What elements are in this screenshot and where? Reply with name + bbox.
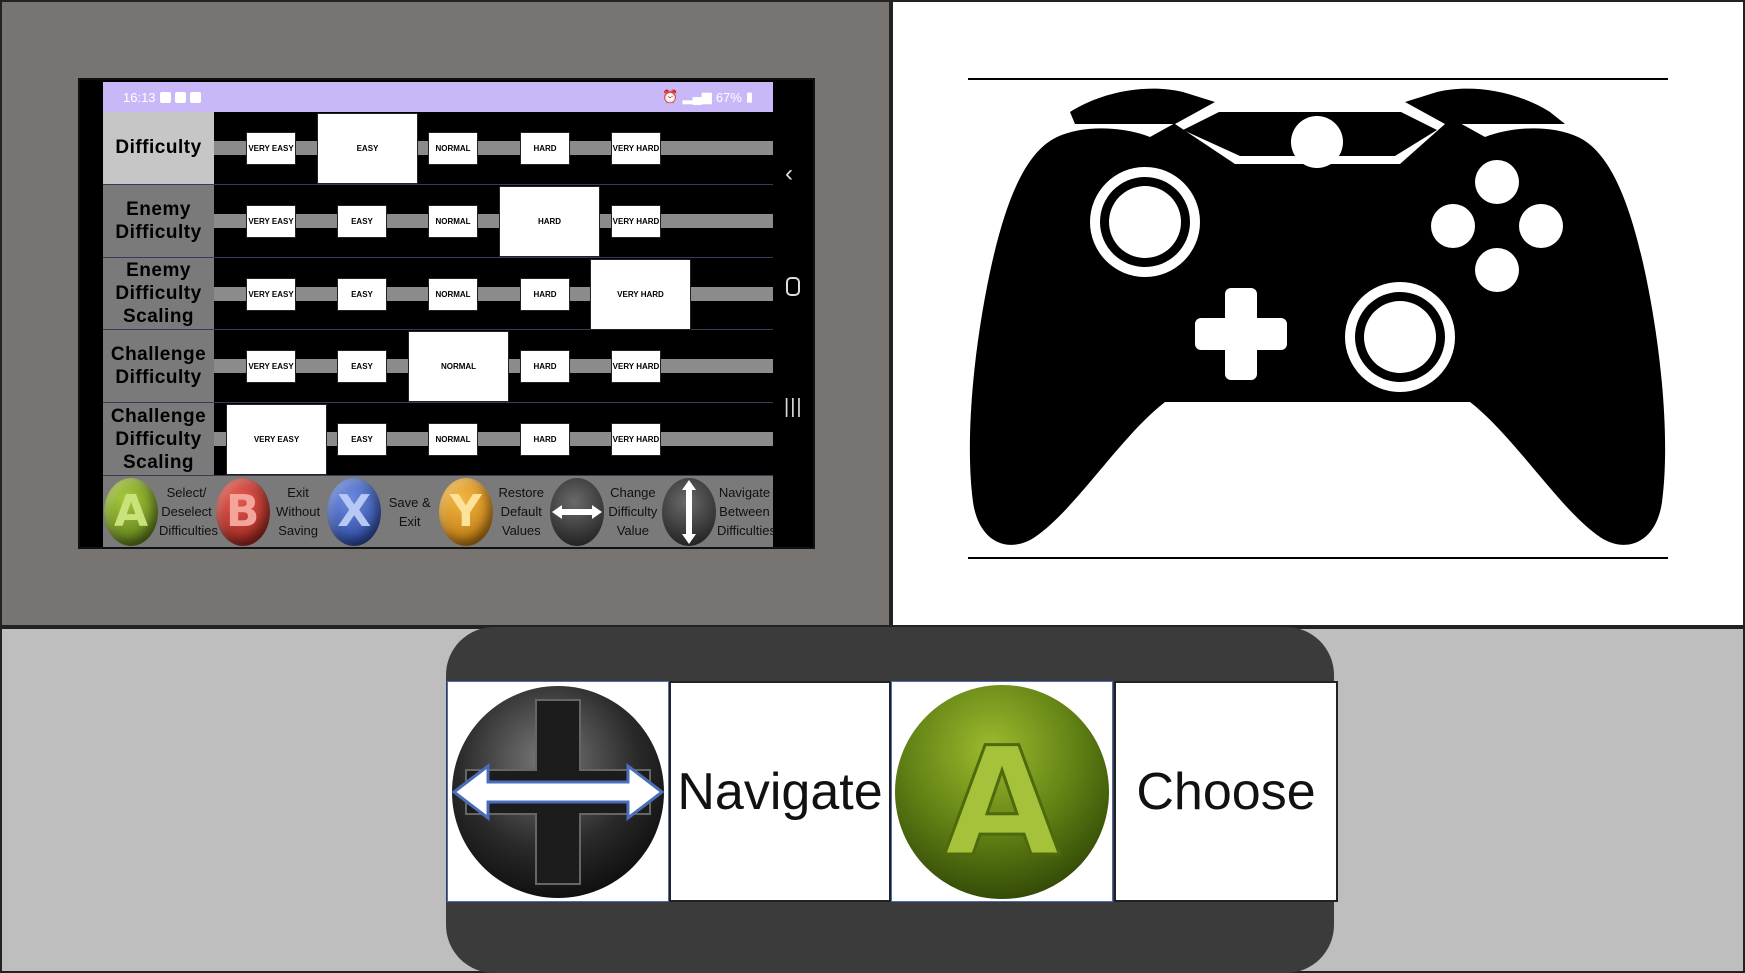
difficulty-option[interactable]: NORMAL [408, 331, 509, 403]
a-letter: A [944, 716, 1060, 890]
legend-item: X Save & Exit [326, 476, 438, 547]
dpad-horizontal-icon [447, 681, 669, 902]
controls-legend: A Select/ Deselect Difficulties B Exit With… [103, 476, 773, 547]
dpad-horizontal-icon [550, 477, 605, 546]
signal-icon: ▂▄▆ [682, 89, 712, 104]
back-icon[interactable]: ‹ [785, 160, 793, 188]
status-bar: 16:13 ⏰ ▂▄▆ 67% ▮ [103, 82, 773, 112]
difficulty-row: Difficulty VERY EASY EASY NORMAL HARD VERY HA… [103, 112, 773, 185]
row-label[interactable]: Challenge Difficulty Scaling [103, 403, 214, 475]
difficulty-option[interactable]: HARD [520, 423, 570, 457]
difficulty-option[interactable]: EASY [337, 423, 387, 457]
legend-item: A Select/ Deselect Difficulties [103, 476, 219, 547]
phone-screen: 16:13 ⏰ ▂▄▆ 67% ▮ Difficulty VERY EASY EAS… [103, 82, 773, 547]
difficulty-option[interactable]: HARD [520, 277, 570, 311]
recents-icon[interactable]: ||| [784, 396, 803, 419]
notification-icon [189, 91, 201, 103]
difficulty-row: Challenge Difficulty VERY EASY EASY NORMAL H… [103, 330, 773, 404]
phone-frame: 16:13 ⏰ ▂▄▆ 67% ▮ Difficulty VERY EASY EAS… [78, 78, 815, 549]
legend-text: Navigate Between Difficulties [716, 485, 773, 538]
difficulty-option[interactable]: VERY EASY [246, 350, 296, 384]
divider [968, 557, 1668, 559]
a-button-icon: A [891, 681, 1113, 902]
difficulty-option[interactable]: HARD [499, 185, 600, 257]
legend-item: B Exit Without Saving [215, 476, 327, 547]
difficulty-option[interactable]: NORMAL [428, 132, 478, 165]
choose-label: Choose [1114, 681, 1338, 902]
difficulty-option[interactable]: VERY HARD [611, 204, 661, 238]
difficulty-row: Enemy Difficulty Scaling VERY EASY EASY NOR… [103, 257, 773, 331]
legend-button: X [326, 476, 382, 547]
battery-icon: ▮ [745, 89, 753, 104]
x-button-icon: X [327, 477, 382, 546]
difficulty-option[interactable]: VERY HARD [611, 423, 661, 457]
row-label[interactable]: Challenge Difficulty [103, 330, 214, 403]
legend-item: Change Difficulty Value [549, 476, 661, 547]
difficulty-option[interactable]: VERY HARD [611, 132, 661, 165]
difficulty-option[interactable]: VERY EASY [246, 277, 296, 311]
dpad-vertical-icon [661, 477, 716, 546]
legend-text: Exit Without Saving [276, 485, 321, 538]
difficulty-option[interactable]: EASY [337, 277, 387, 311]
y-button-icon: Y [438, 477, 493, 546]
row-label[interactable]: Difficulty [103, 112, 214, 184]
difficulty-option[interactable]: VERY HARD [611, 350, 661, 384]
slider-track [214, 141, 773, 155]
difficulty-option[interactable]: VERY EASY [246, 132, 296, 165]
difficulty-option[interactable]: NORMAL [428, 204, 478, 238]
difficulty-option[interactable]: HARD [520, 132, 570, 165]
difficulty-option[interactable]: VERY HARD [590, 258, 691, 330]
alarm-icon: ⏰ [662, 89, 679, 104]
legend-item: Y Restore Default Values [438, 476, 550, 547]
difficulty-option[interactable]: NORMAL [428, 423, 478, 457]
difficulty-option[interactable]: EASY [337, 350, 387, 384]
legend-button: B [215, 476, 271, 547]
navigate-label: Navigate [669, 681, 891, 902]
home-icon[interactable] [786, 277, 800, 296]
row-label[interactable]: Enemy Difficulty Scaling [103, 257, 214, 330]
gamepad-icon [969, 88, 1666, 545]
legend-text: Save & Exit [388, 494, 431, 529]
difficulty-option[interactable]: VERY EASY [246, 204, 296, 238]
difficulty-option[interactable]: HARD [520, 350, 570, 384]
battery-level: 67% [715, 89, 742, 105]
notification-icon [159, 91, 171, 103]
legend-item: Navigate Between Difficulties [661, 476, 773, 547]
divider [968, 78, 1668, 80]
status-time: 16:13 [123, 89, 156, 105]
notification-icon [174, 91, 186, 103]
difficulty-grid: Difficulty VERY EASY EASY NORMAL HARD VERY HA… [103, 112, 773, 476]
legend-text: Change Difficulty Value [608, 485, 658, 538]
difficulty-option[interactable]: NORMAL [428, 277, 478, 311]
legend-button: Y [438, 476, 494, 547]
legend-dpad [549, 476, 605, 547]
legend-text: Restore Default Values [498, 485, 545, 538]
slider-track [214, 213, 773, 228]
row-label[interactable]: Enemy Difficulty [103, 184, 214, 257]
a-button-icon: A [104, 477, 158, 546]
difficulty-option[interactable]: VERY EASY [226, 404, 327, 476]
b-button-icon: B [215, 477, 270, 546]
difficulty-row: Challenge Difficulty Scaling VERY EASY EAS… [103, 403, 773, 476]
difficulty-option[interactable]: EASY [317, 113, 418, 184]
difficulty-option[interactable]: EASY [337, 204, 387, 238]
legend-text: Select/ Deselect Difficulties [159, 485, 219, 538]
legend-button: A [103, 476, 159, 547]
legend-dpad [661, 476, 717, 547]
difficulty-row: Enemy Difficulty VERY EASY EASY NORMAL HARD V… [103, 184, 773, 258]
